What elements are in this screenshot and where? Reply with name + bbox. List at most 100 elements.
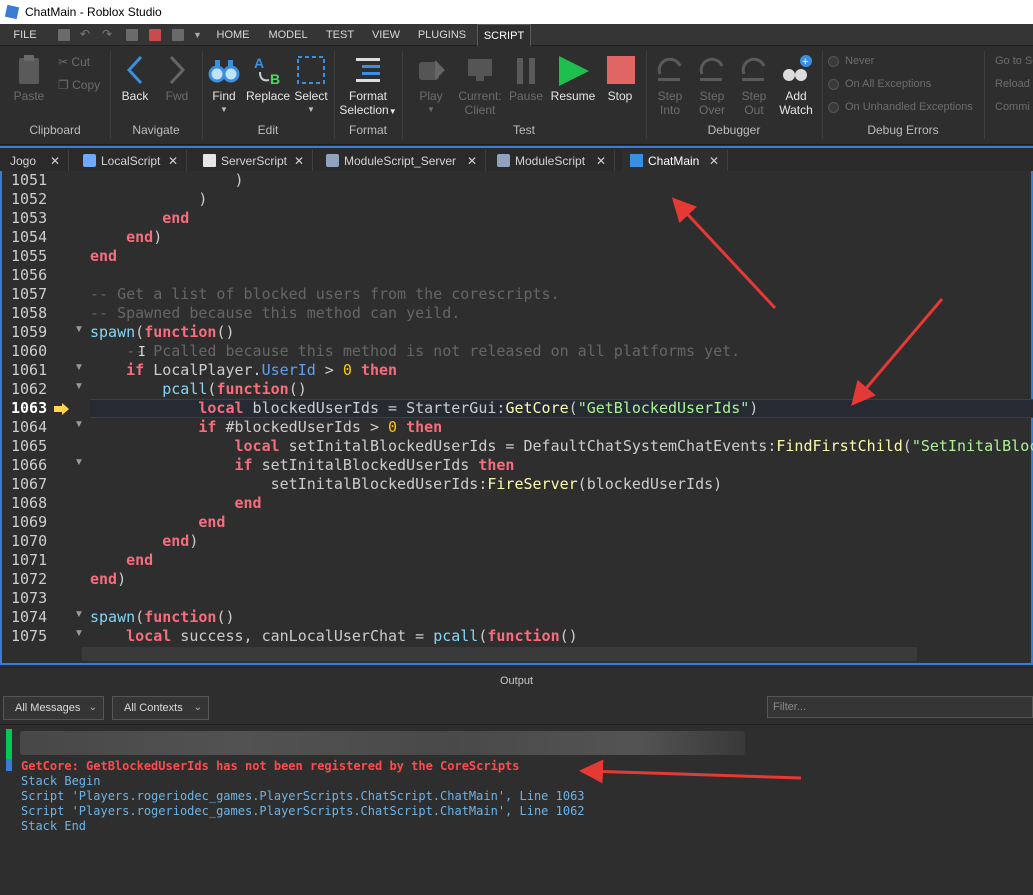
pause-button[interactable]: Pause: [508, 54, 544, 103]
never-label: Never: [845, 55, 875, 67]
code-line: spawn(function(): [90, 608, 235, 626]
find-button[interactable]: Find ▼: [206, 54, 242, 117]
go-to-script-button[interactable]: Go to Sc: [995, 55, 1033, 67]
find-dropdown-chevron-icon: ▼: [220, 105, 228, 114]
test-group-label: Test: [512, 123, 535, 137]
line-number: 1068: [11, 494, 48, 512]
reload-button[interactable]: Reload: [995, 78, 1030, 90]
tab-script[interactable]: SCRIPT: [477, 24, 531, 46]
output-info-line[interactable]: Stack End: [21, 819, 86, 834]
code-line: -- Get a list of blocked users from the …: [90, 285, 560, 303]
close-icon[interactable]: ✕: [467, 150, 477, 172]
fold-chevron-icon[interactable]: ▼: [74, 362, 84, 373]
line-number: 1053: [11, 209, 48, 227]
fold-chevron-icon[interactable]: ▼: [74, 381, 84, 392]
messages-filter-dropdown[interactable]: All Messages ⌄: [3, 696, 104, 720]
line-number: 1059: [11, 323, 48, 341]
replace-button[interactable]: AB Replace: [246, 54, 290, 103]
text-cursor-icon: I: [138, 345, 146, 360]
output-info-line[interactable]: Script 'Players.rogeriodec_games.PlayerS…: [21, 804, 585, 819]
tab-localscript[interactable]: LocalScript ✕: [75, 150, 187, 172]
unhandled-exceptions-label: On Unhandled Exceptions: [845, 101, 973, 113]
paste-button[interactable]: Paste: [10, 54, 48, 103]
play-button[interactable]: Play ▼: [410, 54, 452, 117]
tab-label: ServerScript: [221, 154, 288, 168]
forward-button[interactable]: Fwd: [160, 54, 194, 103]
tab-plugins[interactable]: PLUGINS: [414, 24, 470, 46]
add-watch-button[interactable]: + Add Watch: [776, 54, 816, 117]
code-line: if LocalPlayer.UserId > 0 then: [126, 361, 398, 379]
close-icon[interactable]: ✕: [168, 150, 178, 172]
resume-play-icon: [559, 56, 589, 86]
tab-view[interactable]: VIEW: [366, 24, 406, 46]
fold-chevron-icon[interactable]: ▼: [74, 609, 84, 620]
file-menu[interactable]: FILE: [0, 24, 50, 46]
horizontal-scrollbar[interactable]: [82, 647, 917, 661]
code-line: end): [126, 228, 163, 246]
never-radio[interactable]: [828, 56, 839, 67]
code-line-current: local blockedUserIds = StarterGui:GetCor…: [198, 399, 759, 417]
current-client-button[interactable]: Current: Client: [456, 54, 504, 117]
output-error-line[interactable]: GetCore: GetBlockedUserIds has not been …: [21, 759, 520, 774]
tab-modulescript[interactable]: ModuleScript ✕: [489, 150, 615, 172]
copy-icon: ❐: [58, 78, 69, 92]
tab-jogo[interactable]: Jogo ✕: [2, 150, 69, 172]
close-icon[interactable]: ✕: [709, 150, 719, 172]
tab-modulescript-server[interactable]: ModuleScript_Server ✕: [318, 150, 486, 172]
step-out-button[interactable]: Step Out: [734, 54, 774, 117]
script-editor[interactable]: 1051 1052 1053 1054 1055 1056 1057 1058 …: [0, 171, 1033, 665]
contexts-filter-dropdown[interactable]: All Contexts ⌄: [112, 696, 209, 720]
tab-test[interactable]: TEST: [320, 24, 360, 46]
select-icon: [297, 56, 325, 84]
customize-chevron-icon[interactable]: ▼: [193, 30, 205, 42]
tab-chatmain[interactable]: ChatMain ✕: [622, 150, 728, 172]
step-into-button[interactable]: Step Into: [650, 54, 690, 117]
close-icon[interactable]: ✕: [50, 150, 60, 172]
stop-button[interactable]: Stop: [600, 54, 640, 103]
tab-label: ChatMain: [648, 154, 700, 168]
fold-chevron-icon[interactable]: ▼: [74, 419, 84, 430]
code-area[interactable]: ) ) end end) end -- Get a list of blocke…: [90, 171, 1033, 645]
redo-icon[interactable]: ↷: [102, 27, 114, 41]
layout-quick-icon[interactable]: [172, 29, 184, 41]
play-dropdown-chevron-icon: ▼: [427, 105, 435, 114]
output-filter-input[interactable]: Filter...: [767, 696, 1033, 718]
all-exceptions-radio[interactable]: [828, 79, 839, 90]
unhandled-exceptions-radio[interactable]: [828, 102, 839, 113]
commit-button[interactable]: Commi: [995, 101, 1030, 113]
step-into-label-1: Step: [657, 89, 683, 103]
modulescript-icon: [497, 154, 510, 167]
close-icon[interactable]: ✕: [596, 150, 606, 172]
code-line: spawn(function(): [90, 323, 235, 341]
line-number-gutter: 1051 1052 1053 1054 1055 1056 1057 1058 …: [4, 171, 84, 645]
line-number: 1066: [11, 456, 48, 474]
fold-chevron-icon[interactable]: ▼: [74, 628, 84, 639]
stop-quick-icon[interactable]: [149, 29, 161, 41]
tab-serverscript[interactable]: ServerScript ✕: [195, 150, 313, 172]
line-number: 1074: [11, 608, 48, 626]
close-icon[interactable]: ✕: [294, 150, 304, 172]
tab-home[interactable]: HOME: [210, 24, 256, 46]
output-info-line[interactable]: Script 'Players.rogeriodec_games.PlayerS…: [21, 789, 585, 804]
back-button[interactable]: Back: [118, 54, 152, 103]
tab-label: ModuleScript_Server: [344, 154, 457, 168]
fold-chevron-icon[interactable]: ▼: [74, 324, 84, 335]
line-number: 1057: [11, 285, 48, 303]
format-selection-button[interactable]: Format Selection▼: [336, 54, 400, 119]
tab-model[interactable]: MODEL: [264, 24, 312, 46]
copy-button[interactable]: ❐ Copy: [58, 78, 100, 92]
resume-button[interactable]: Resume: [550, 54, 596, 103]
output-log[interactable]: GetCore: GetBlockedUserIds has not been …: [0, 726, 1033, 895]
modulescript-icon: [326, 154, 339, 167]
cut-button[interactable]: ✂ Cut: [58, 55, 90, 69]
output-info-line[interactable]: Stack Begin: [21, 774, 100, 789]
play-quick-icon[interactable]: [126, 29, 138, 41]
arrow-left-icon: [126, 55, 143, 85]
undo-icon[interactable]: ↶: [80, 27, 92, 41]
select-button[interactable]: Select ▼: [292, 54, 330, 117]
fold-chevron-icon[interactable]: ▼: [74, 457, 84, 468]
step-over-button[interactable]: Step Over: [692, 54, 732, 117]
step-out-label-2: Out: [744, 103, 764, 117]
new-file-icon[interactable]: [58, 29, 70, 41]
code-line: pcall(function(): [162, 380, 307, 398]
